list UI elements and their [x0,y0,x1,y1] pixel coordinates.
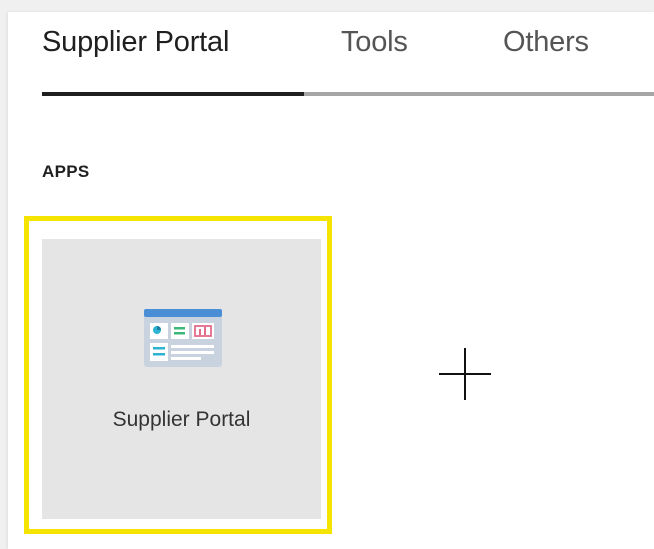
app-window-icon [144,309,222,367]
add-app-button[interactable] [439,348,491,400]
active-tab-indicator [42,92,304,96]
section-title-apps: APPS [42,162,90,181]
tab-supplier-portal[interactable]: Supplier Portal [42,26,229,59]
app-tile-label: Supplier Portal [112,408,251,431]
tab-bar: Supplier Portal Tools Others [8,12,654,96]
plus-icon-vertical [464,348,466,400]
app-tile-supplier-portal[interactable]: Supplier Portal [42,239,321,519]
tab-others[interactable]: Others [503,26,589,59]
tab-tools[interactable]: Tools [341,26,408,59]
app-panel: Supplier Portal Tools Others APPS Suppli… [8,12,654,549]
